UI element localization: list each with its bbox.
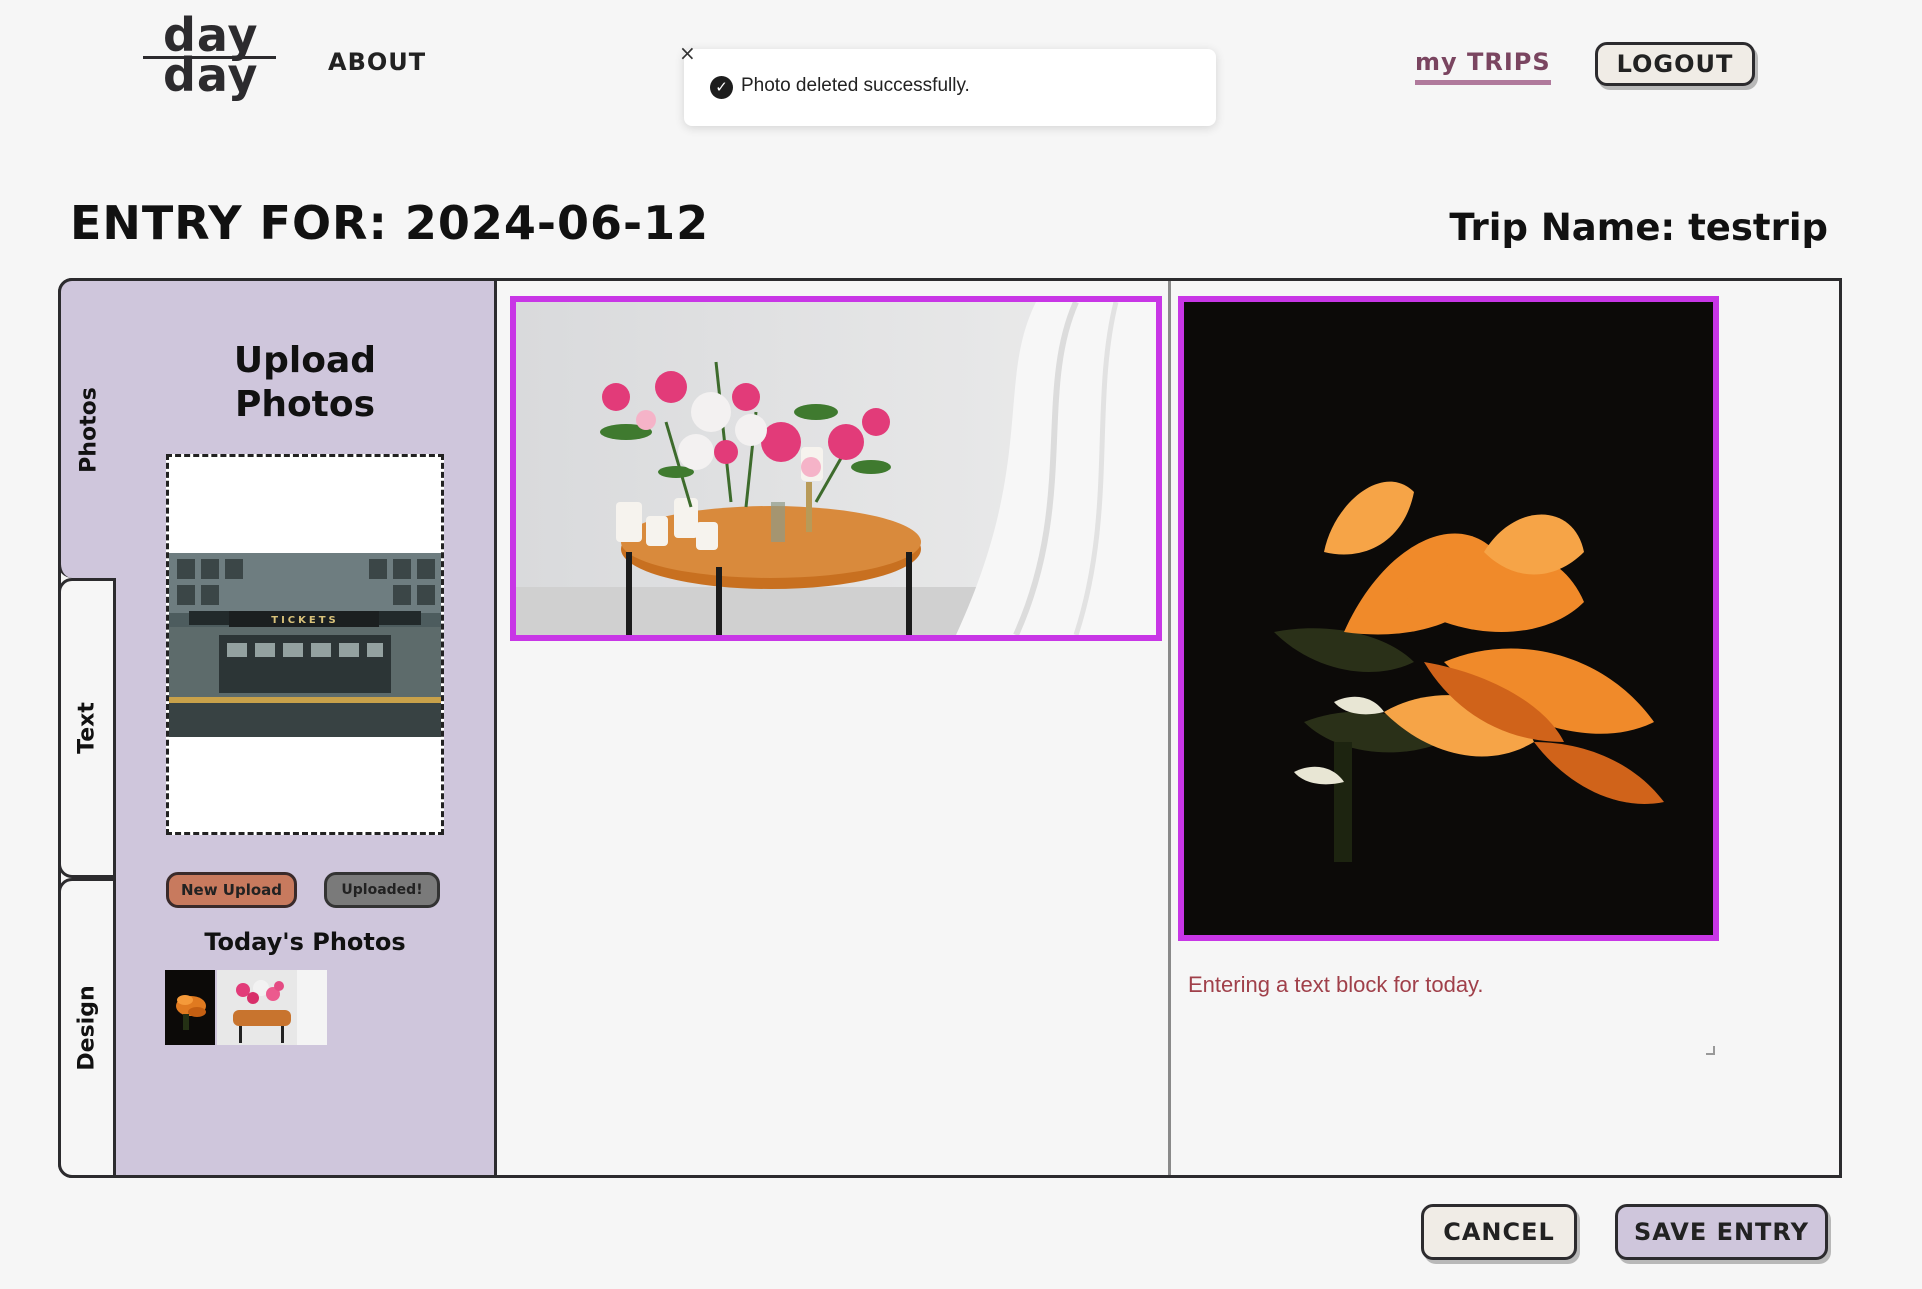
upload-title-line-2: Photos [234, 384, 376, 425]
photo-dropzone[interactable]: TICKETS [166, 454, 444, 835]
nav-about-link[interactable]: ABOUT [328, 48, 426, 76]
nav-my-trips-link[interactable]: my TRIPS [1415, 48, 1551, 85]
page-title: ENTRY FOR: 2024-06-12 [70, 196, 710, 250]
toast-notification: × ✓ Photo deleted successfully. [679, 41, 1216, 126]
todays-photos-list [165, 970, 327, 1045]
text-block-resize-handle[interactable] [1706, 1046, 1715, 1055]
logo-word-bottom: day [163, 48, 259, 102]
new-upload-button[interactable]: New Upload [166, 872, 297, 908]
tab-text-label: Text [74, 702, 100, 754]
tab-photos-label: Photos [76, 386, 101, 473]
tab-text[interactable]: Text [58, 578, 116, 878]
trip-name: Trip Name: testrip [1449, 206, 1828, 249]
close-icon[interactable]: × [679, 41, 696, 65]
tab-photos[interactable]: Photos [58, 278, 116, 578]
orange-flower-image [1184, 302, 1713, 935]
save-entry-button[interactable]: SAVE ENTRY [1615, 1204, 1828, 1260]
photos-panel: Upload Photos TICKETS New Upload Uploade… [116, 281, 497, 1175]
logout-button[interactable]: LOGOUT [1595, 42, 1755, 86]
tab-design-label: Design [74, 985, 100, 1071]
thumbnail-orange-flower[interactable] [165, 970, 215, 1045]
pink-flowers-image [516, 302, 1156, 635]
upload-preview-image: TICKETS [169, 553, 441, 737]
upload-photos-title: Upload Photos [116, 339, 494, 427]
entry-photo-orange-flower[interactable] [1178, 296, 1719, 941]
entry-text-block[interactable]: Entering a text block for today. [1188, 972, 1718, 1062]
cancel-button[interactable]: CANCEL [1421, 1204, 1577, 1260]
toast-message: Photo deleted successfully. [741, 75, 970, 96]
uploaded-button[interactable]: Uploaded! [324, 872, 440, 908]
column-divider [1168, 281, 1171, 1175]
thumbnail-pink-flowers[interactable] [217, 970, 327, 1045]
upload-title-line-1: Upload [233, 340, 377, 381]
logo[interactable]: day day [143, 12, 278, 104]
svg-text:TICKETS: TICKETS [271, 615, 338, 626]
todays-photos-title: Today's Photos [204, 928, 406, 956]
tab-design[interactable]: Design [58, 878, 116, 1178]
entry-photo-pink-flowers[interactable] [510, 296, 1162, 641]
check-circle-icon: ✓ [710, 76, 733, 99]
